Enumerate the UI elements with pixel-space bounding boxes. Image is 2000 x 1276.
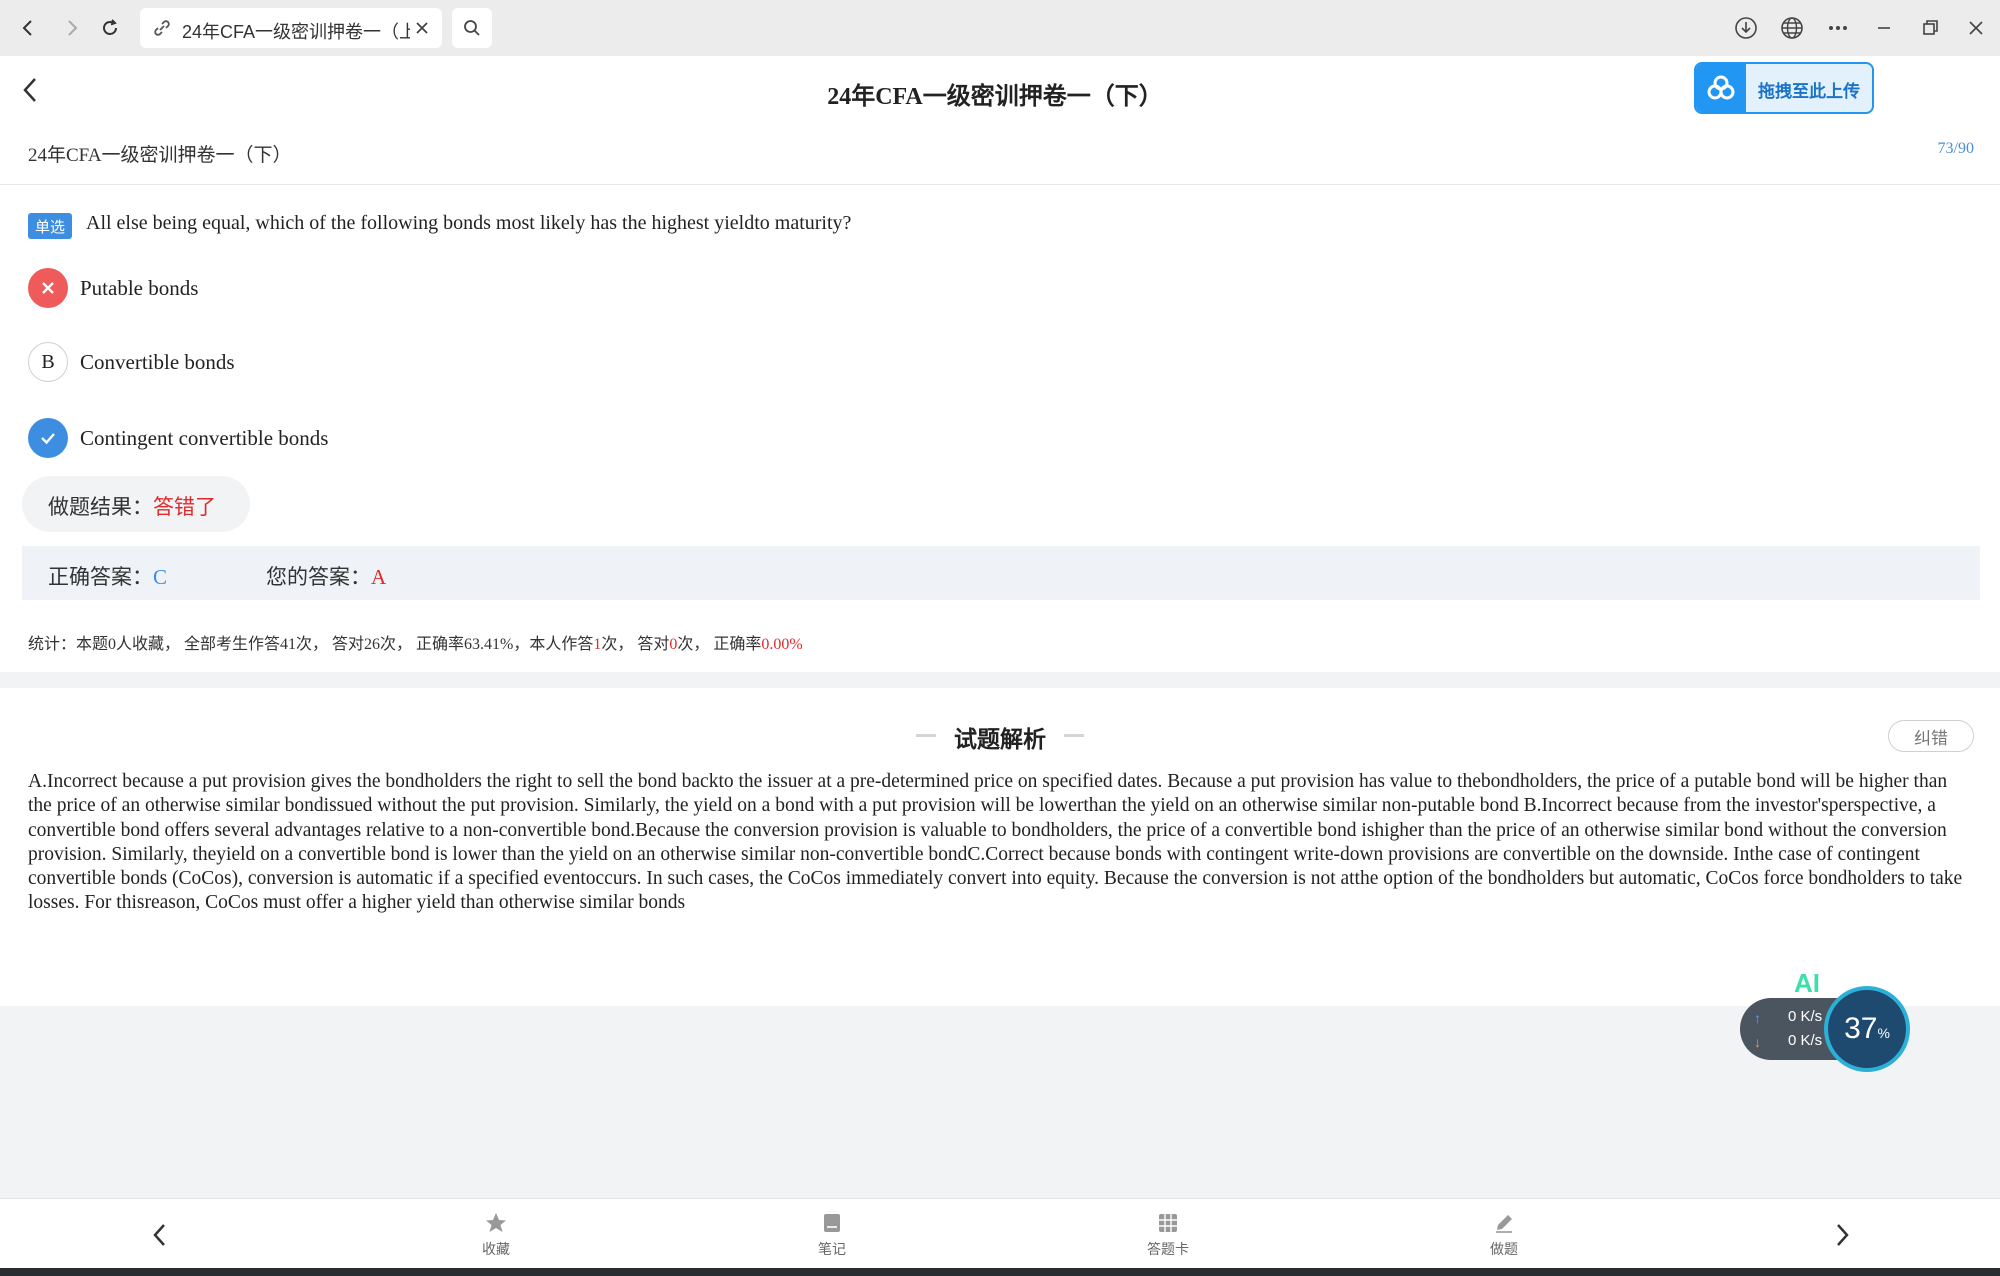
result-text: 做题结果：答错了 bbox=[48, 491, 216, 521]
question-text: All else being equal, which of the follo… bbox=[86, 212, 852, 234]
memory-percent: 37 bbox=[1844, 1012, 1878, 1045]
report-error-button[interactable]: 纠错 bbox=[1888, 720, 1974, 752]
upload-button[interactable]: 拖拽至此上传 bbox=[1694, 62, 1874, 114]
bottom-nav: 收藏 笔记 答题卡 做题 bbox=[0, 1198, 2000, 1269]
your-answer: 您的答案：A bbox=[266, 561, 386, 591]
next-question-button[interactable] bbox=[1822, 1215, 1862, 1255]
nav-label: 做题 bbox=[1490, 1241, 1518, 1257]
favorite-button[interactable]: 收藏 bbox=[456, 1209, 536, 1261]
upload-speed: 0 K/s bbox=[1788, 1008, 1823, 1025]
network-speed-widget[interactable]: AI ↑ 0 K/s ↓ 0 K/s 37% bbox=[1740, 968, 1910, 1072]
search-icon[interactable] bbox=[452, 8, 492, 48]
close-icon[interactable] bbox=[412, 18, 432, 38]
stats-prefix: 统计：本题0人收藏， 全部考生作答41次， 答对26次， 正确率63.41%，本… bbox=[28, 636, 594, 653]
link-icon bbox=[152, 18, 172, 38]
option-letter: B bbox=[28, 342, 68, 382]
question-progress: 73/90 bbox=[1937, 140, 1974, 157]
download-icon[interactable] bbox=[1730, 12, 1762, 44]
cloud-icon bbox=[1696, 64, 1746, 112]
app-header: 24年CFA一级密训押卷一（下） 拖拽至此上传 bbox=[0, 56, 2000, 136]
window-close-icon[interactable] bbox=[1960, 12, 1992, 44]
answer-card-button[interactable]: 答题卡 bbox=[1128, 1209, 1208, 1261]
nav-label: 收藏 bbox=[482, 1241, 510, 1257]
back-icon[interactable] bbox=[12, 12, 44, 44]
minimize-icon[interactable] bbox=[1868, 12, 1900, 44]
reload-icon[interactable] bbox=[94, 12, 126, 44]
analysis-header: 试题解析 bbox=[0, 718, 2000, 754]
answer-bar: 正确答案：C 您的答案：A bbox=[22, 546, 1980, 600]
analysis-text: A.Incorrect because a put provision give… bbox=[28, 771, 1963, 914]
result-pill: 做题结果：答错了 bbox=[22, 476, 250, 532]
question-type-badge: 单选 bbox=[28, 213, 72, 239]
previous-question-button[interactable] bbox=[140, 1215, 180, 1255]
notes-button[interactable]: 笔记 bbox=[792, 1209, 872, 1261]
statistics: 统计：本题0人收藏， 全部考生作答41次， 答对26次， 正确率63.41%，本… bbox=[28, 630, 803, 654]
option-text: Convertible bonds bbox=[80, 350, 235, 374]
memory-usage: 37% bbox=[1824, 986, 1910, 1072]
download-arrow-icon: ↓ bbox=[1754, 1034, 1761, 1050]
result-label: 做题结果： bbox=[48, 496, 153, 519]
globe-icon[interactable] bbox=[1776, 12, 1808, 44]
exam-name: 24年CFA一级密训押卷一（下） bbox=[28, 145, 292, 166]
forward-icon[interactable] bbox=[56, 12, 88, 44]
restore-icon[interactable] bbox=[1914, 12, 1946, 44]
result-value: 答错了 bbox=[153, 496, 216, 519]
stats-mid1: 次， 答对 bbox=[601, 636, 670, 653]
wrong-icon bbox=[28, 268, 68, 308]
your-answer-label: 您的答案： bbox=[266, 566, 371, 589]
option-text: Contingent convertible bonds bbox=[80, 426, 329, 450]
nav-label: 答题卡 bbox=[1147, 1241, 1189, 1257]
more-icon[interactable] bbox=[1822, 12, 1854, 44]
star-icon bbox=[486, 1213, 506, 1232]
practice-button[interactable]: 做题 bbox=[1464, 1209, 1544, 1261]
exam-subheader: 24年CFA一级密训押卷一（下） 73/90 bbox=[0, 136, 2000, 185]
nav-label: 笔记 bbox=[818, 1241, 846, 1257]
note-icon bbox=[824, 1214, 840, 1232]
analysis-title: 试题解析 bbox=[954, 726, 1046, 752]
chevron-right-icon bbox=[1837, 1224, 1849, 1246]
tab-title: 24年CFA一级密训押卷一（上 bbox=[182, 22, 410, 42]
correct-answer-value: C bbox=[153, 565, 168, 589]
stats-mid2: 次， 正确率 bbox=[677, 636, 762, 653]
grid-icon bbox=[1159, 1214, 1177, 1232]
pencil-icon bbox=[1496, 1215, 1512, 1233]
upload-arrow-icon: ↑ bbox=[1754, 1010, 1761, 1026]
download-speed: 0 K/s bbox=[1788, 1032, 1823, 1049]
your-answer-value: A bbox=[371, 565, 387, 589]
check-icon bbox=[28, 418, 68, 458]
upload-label: 拖拽至此上传 bbox=[1758, 82, 1860, 101]
browser-tab[interactable]: 24年CFA一级密训押卷一（上 bbox=[140, 8, 442, 48]
page-title: 24年CFA一级密训押卷一（下） bbox=[827, 84, 1163, 110]
ai-label: AI bbox=[1794, 968, 1820, 998]
section-divider bbox=[0, 672, 2000, 688]
option-text: Putable bonds bbox=[80, 276, 199, 300]
chevron-left-icon bbox=[153, 1224, 165, 1246]
title-dash-right bbox=[1064, 734, 1084, 737]
empty-area bbox=[0, 1006, 2000, 1198]
browser-toolbar: 24年CFA一级密训押卷一（上 bbox=[0, 0, 2000, 57]
correct-answer: 正确答案：C bbox=[48, 561, 167, 591]
correct-answer-label: 正确答案： bbox=[48, 566, 153, 589]
taskbar-edge bbox=[0, 1268, 2000, 1276]
percent-sign: % bbox=[1877, 1025, 1890, 1041]
stats-my-rate: 0.00% bbox=[761, 636, 803, 653]
